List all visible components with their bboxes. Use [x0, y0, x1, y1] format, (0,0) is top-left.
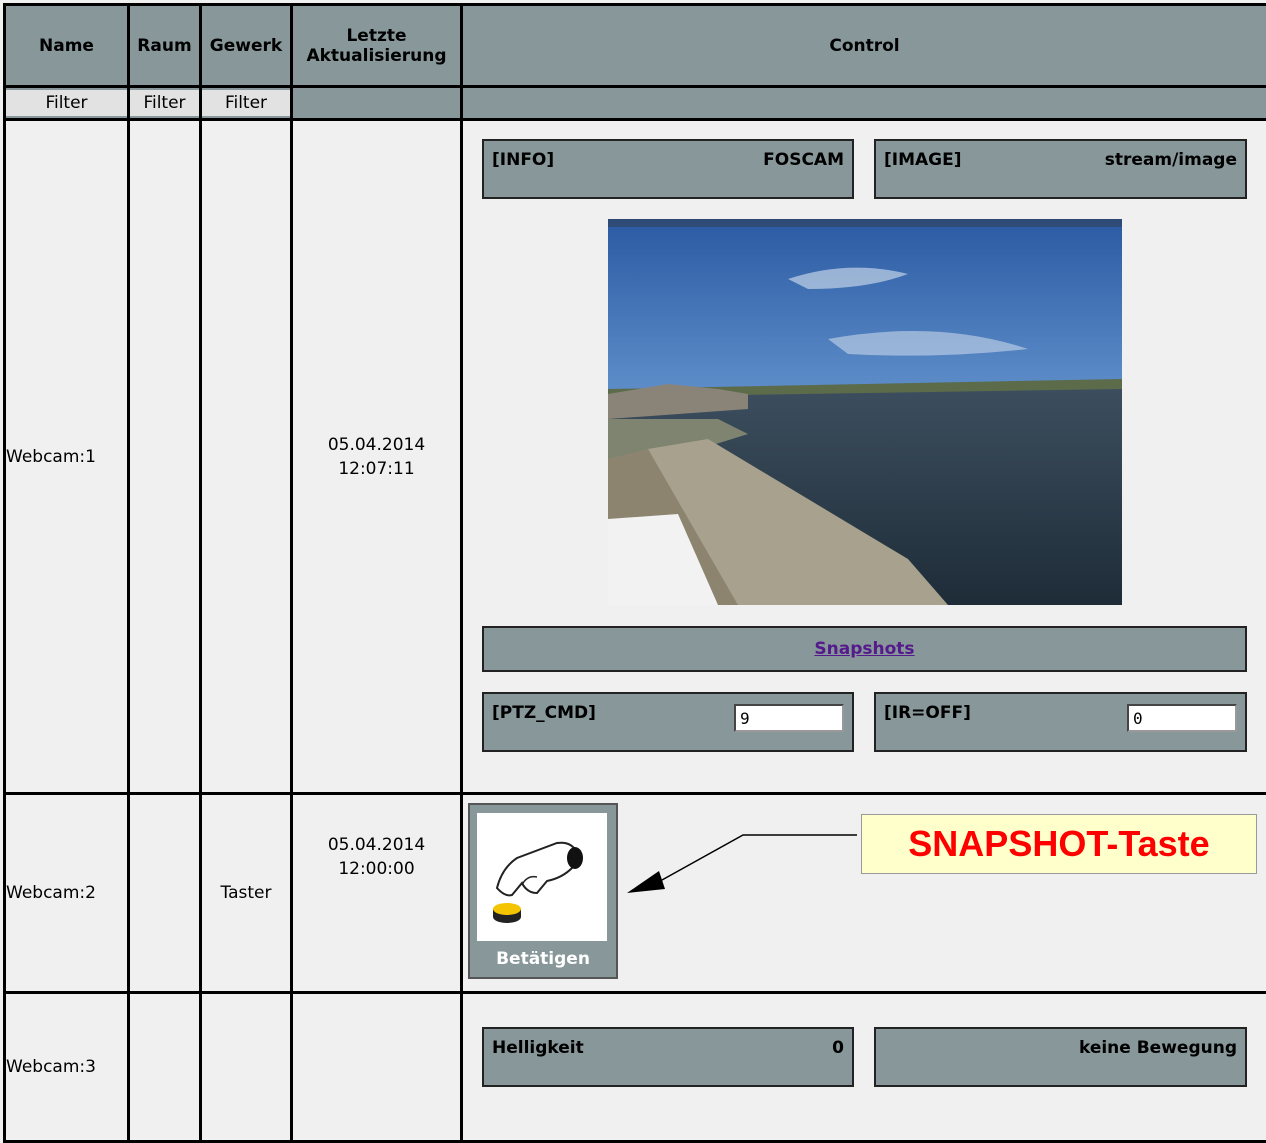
last-update-cell: 05.04.2014 12:00:00	[292, 794, 462, 993]
device-raum	[129, 120, 201, 794]
press-button-icon	[477, 813, 607, 941]
ir-panel: [IR=OFF]	[874, 692, 1247, 752]
device-name: Webcam:2	[5, 794, 129, 993]
ptz-input[interactable]	[734, 704, 844, 732]
table-row: Webcam:3 Helligkeit 0 keine Bewegung	[5, 993, 1266, 1142]
ptz-panel: [PTZ_CMD]	[482, 692, 854, 752]
info-panel: [INFO] FOSCAM	[482, 139, 854, 199]
device-raum	[129, 794, 201, 993]
last-update-cell	[292, 993, 462, 1142]
webcam-image[interactable]	[608, 219, 1122, 605]
filter-cell-gewerk: Filter	[201, 87, 292, 120]
filter-raum-button[interactable]: Filter	[130, 90, 199, 116]
filter-cell-name: Filter	[5, 87, 129, 120]
device-gewerk: Taster	[201, 794, 292, 993]
device-name: Webcam:1	[5, 120, 129, 794]
ir-label: [IR=OFF]	[884, 703, 971, 723]
column-header-gewerk[interactable]: Gewerk	[201, 5, 292, 87]
image-panel: [IMAGE] stream/image	[874, 139, 1247, 199]
column-header-name[interactable]: Name	[5, 5, 129, 87]
ir-input[interactable]	[1127, 704, 1237, 732]
last-update-date: 05.04.2014	[293, 433, 460, 457]
last-update-cell: 05.04.2014 12:07:11	[292, 120, 462, 794]
taster-button-label: Betätigen	[470, 949, 616, 969]
ptz-label: [PTZ_CMD]	[492, 703, 596, 723]
image-value: stream/image	[1105, 150, 1237, 170]
control-cell: [INFO] FOSCAM [IMAGE] stream/image	[462, 120, 1266, 794]
motion-value: keine Bewegung	[1079, 1038, 1237, 1058]
snapshots-link[interactable]: Snapshots	[814, 639, 914, 659]
column-header-control: Control	[462, 5, 1266, 87]
snapshots-bar: Snapshots	[482, 626, 1247, 672]
last-update-time: 12:07:11	[293, 457, 460, 481]
last-update-time: 12:00:00	[293, 857, 460, 881]
device-gewerk	[201, 993, 292, 1142]
last-update-date: 05.04.2014	[293, 833, 460, 857]
info-label: [INFO]	[492, 150, 554, 170]
device-gewerk	[201, 120, 292, 794]
device-raum	[129, 993, 201, 1142]
motion-panel: keine Bewegung	[874, 1027, 1247, 1087]
filter-row: Filter Filter Filter	[5, 87, 1266, 120]
brightness-value: 0	[832, 1038, 844, 1058]
taster-button[interactable]: Betätigen	[468, 803, 618, 979]
filter-gewerk-button[interactable]: Filter	[202, 90, 290, 116]
device-name: Webcam:3	[5, 993, 129, 1142]
arrow-icon	[613, 825, 863, 905]
filter-name-button[interactable]: Filter	[6, 90, 127, 116]
image-label: [IMAGE]	[884, 150, 962, 170]
column-header-last-update[interactable]: Letzte Aktualisierung	[292, 5, 462, 87]
table-row: Webcam:1 05.04.2014 12:07:11 [INFO] FOSC…	[5, 120, 1266, 794]
filter-cell-control	[462, 87, 1266, 120]
control-cell: Helligkeit 0 keine Bewegung	[462, 993, 1266, 1142]
device-table: Name Raum Gewerk Letzte Aktualisierung C…	[3, 3, 1266, 1143]
info-value: FOSCAM	[763, 150, 844, 170]
annotation-callout: SNAPSHOT-Taste	[861, 814, 1257, 874]
brightness-panel: Helligkeit 0	[482, 1027, 854, 1087]
column-header-raum[interactable]: Raum	[129, 5, 201, 87]
last-update-line2: Aktualisierung	[293, 46, 460, 66]
filter-cell-raum: Filter	[129, 87, 201, 120]
last-update-line1: Letzte	[293, 26, 460, 46]
header-row: Name Raum Gewerk Letzte Aktualisierung C…	[5, 5, 1266, 87]
brightness-label: Helligkeit	[492, 1038, 584, 1058]
filter-cell-empty	[292, 87, 462, 120]
